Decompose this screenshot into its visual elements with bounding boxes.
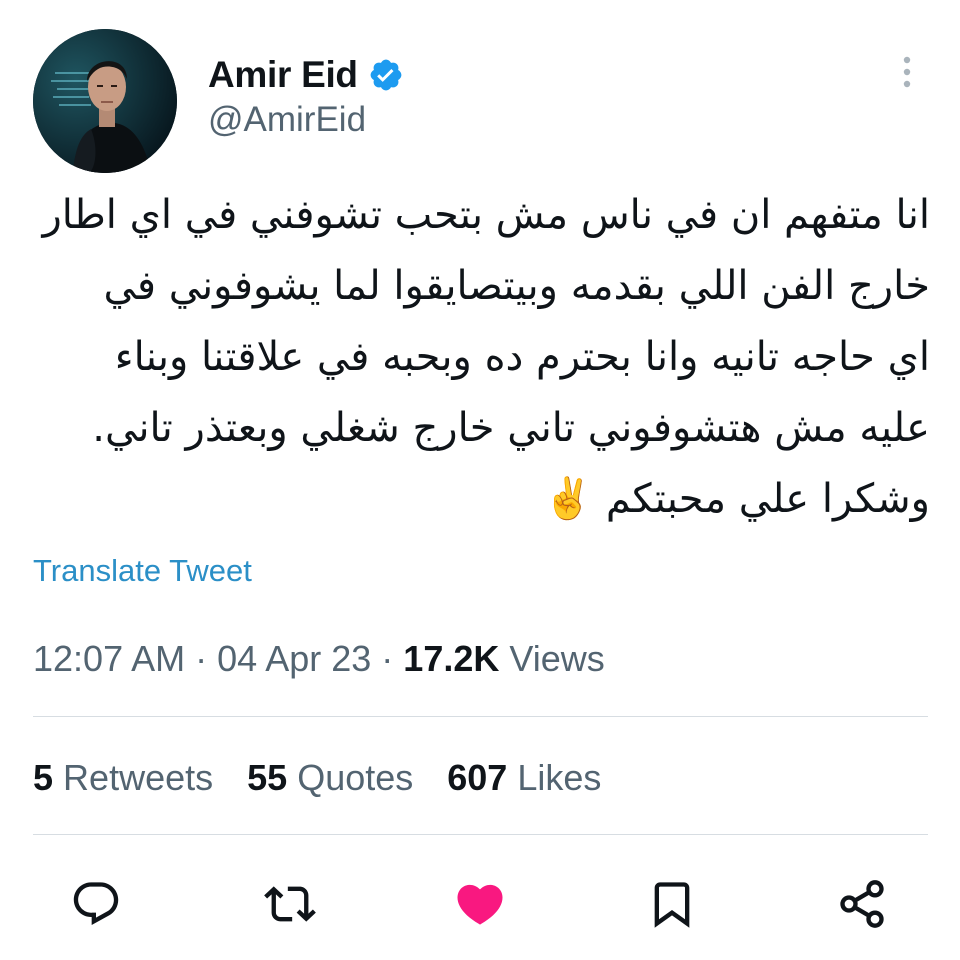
quotes-label: Quotes: [297, 757, 414, 798]
quotes-count: 55: [247, 757, 288, 798]
share-icon: [840, 880, 884, 928]
verified-badge-icon: [368, 57, 404, 93]
heart-icon: [457, 884, 503, 925]
reply-button[interactable]: [68, 876, 124, 932]
quotes-stat[interactable]: 55 Quotes: [247, 757, 413, 799]
author-avatar[interactable]: [33, 29, 177, 173]
retweets-stat[interactable]: 5 Retweets: [33, 757, 213, 799]
like-button[interactable]: [452, 876, 508, 932]
author-display-name[interactable]: Amir Eid: [208, 54, 358, 96]
reply-icon: [73, 882, 119, 926]
meta-separator: ·: [195, 638, 208, 679]
retweet-icon: [264, 886, 316, 922]
likes-count: 607: [447, 757, 508, 798]
tweet-text-line: عليه مش هتشوفوني تاني خارج شغلي وبعتذر ت…: [92, 405, 930, 451]
retweets-label: Retweets: [63, 757, 214, 798]
tweet-date[interactable]: 04 Apr 23: [217, 638, 371, 679]
engagement-stats: 5 Retweets 55 Quotes 607 Likes: [33, 757, 601, 799]
meta-separator: ·: [381, 638, 394, 679]
divider: [33, 716, 928, 717]
retweets-count: 5: [33, 757, 54, 798]
retweet-button[interactable]: [262, 876, 318, 932]
bookmark-icon: [654, 882, 690, 928]
tweet-text-line: خارج الفن اللي بقدمه وبيتصايقوا لما يشوف…: [103, 263, 930, 309]
share-button[interactable]: [834, 876, 890, 932]
author-name-row[interactable]: Amir Eid: [208, 52, 404, 98]
divider: [33, 834, 928, 835]
tweet-text: انا متفهم ان في ناس مش بتحب تشوفني في اي…: [30, 180, 930, 535]
likes-stat[interactable]: 607 Likes: [447, 757, 601, 799]
translate-tweet-link[interactable]: Translate Tweet: [33, 553, 252, 589]
avatar-image: [33, 29, 177, 173]
views-count: 17.2K: [403, 638, 500, 679]
views-label: Views: [509, 638, 605, 679]
tweet-text-line: انا متفهم ان في ناس مش بتحب تشوفني في اي…: [42, 192, 930, 238]
tweet-text-line: وشكرا علي محبتكم ✌️: [543, 476, 930, 522]
tweet-meta: 12:07 AM · 04 Apr 23 · 17.2K Views: [33, 638, 605, 680]
more-vertical-icon[interactable]: [895, 52, 919, 92]
tweet-text-line: اي حاجه تانيه وانا بحترم ده وبحبه في علا…: [114, 334, 930, 380]
likes-label: Likes: [517, 757, 602, 798]
author-handle[interactable]: @AmirEid: [208, 100, 366, 140]
bookmark-button[interactable]: [644, 876, 700, 932]
tweet-time[interactable]: 12:07 AM: [33, 638, 185, 679]
